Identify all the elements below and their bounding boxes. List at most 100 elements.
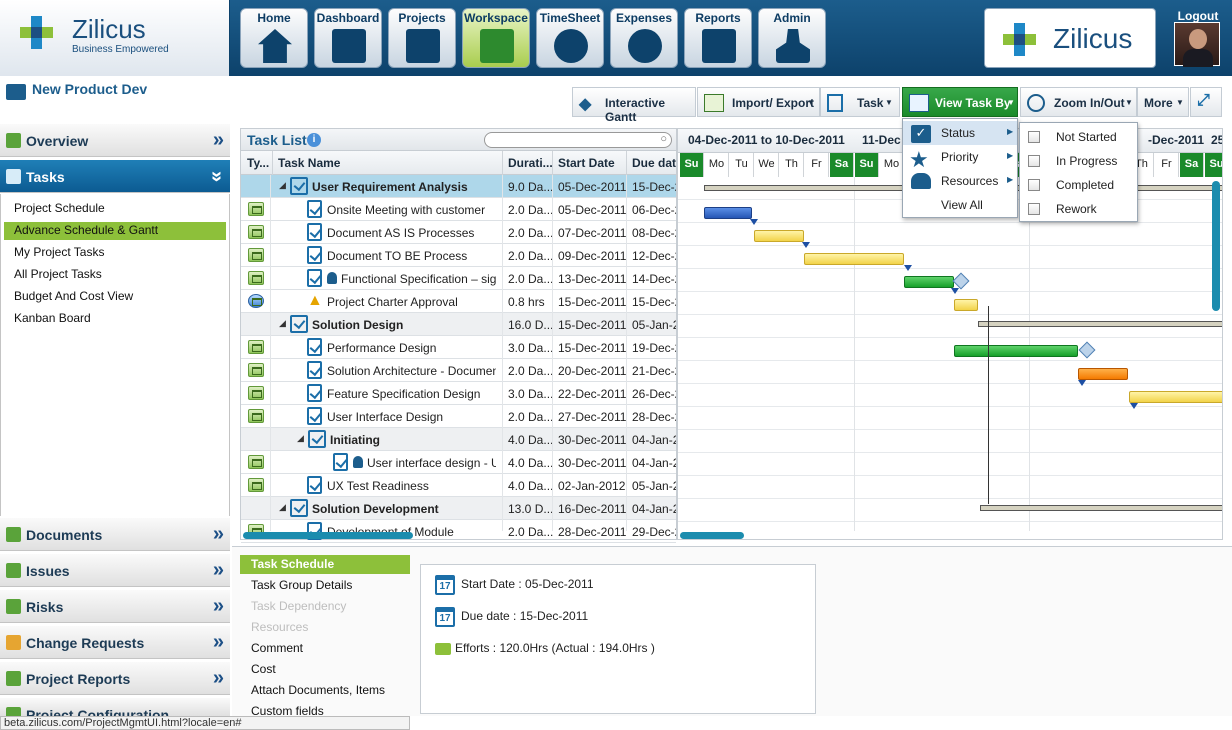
task-row[interactable]: ◢ Initiating 4.0 Da... 30-Dec-2011 04-Jan-2: [241, 428, 676, 451]
menu-item-view-all[interactable]: View All: [941, 198, 983, 212]
task-name[interactable]: Solution Design: [312, 318, 496, 332]
gantt-horizontal-scrollbar[interactable]: [680, 532, 744, 539]
task-row[interactable]: ▲ Project Charter Approval 0.8 hrs 15-Dec-2…: [241, 290, 676, 313]
detail-tab[interactable]: Attach Documents, Items: [251, 683, 385, 697]
sidebar-tasks[interactable]: Tasks »: [0, 159, 230, 193]
nav-reports[interactable]: Reports: [684, 8, 752, 68]
expand-icon[interactable]: »: [213, 523, 224, 546]
sidebar-subitem[interactable]: Kanban Board: [14, 311, 91, 325]
sidebar-overview[interactable]: Overview »: [0, 123, 230, 157]
menu-item-priority[interactable]: Priority: [941, 150, 978, 164]
task-row[interactable]: UX Test Readiness 4.0 Da... 02-Jan-2012 05-…: [241, 474, 676, 497]
interactive-gantt-button[interactable]: ◆ Interactive Gantt: [572, 87, 696, 124]
collapse-group-icon[interactable]: ◢: [279, 318, 286, 329]
status-rework[interactable]: Rework: [1056, 202, 1097, 216]
nav-home[interactable]: Home: [240, 8, 308, 68]
sidebar-subitem[interactable]: Budget And Cost View: [14, 289, 133, 303]
collapse-group-icon[interactable]: ◢: [297, 433, 304, 444]
column-header[interactable]: Durati...: [508, 156, 553, 170]
expand-icon[interactable]: »: [213, 667, 224, 690]
sidebar-risks[interactable]: Risks »: [0, 589, 230, 623]
view-task-by-button[interactable]: View Task By ▼: [902, 87, 1018, 117]
task-row[interactable]: Solution Architecture - Document 2.0 Da..…: [241, 359, 676, 382]
sidebar-subitem[interactable]: All Project Tasks: [14, 267, 102, 281]
menu-item-resources[interactable]: Resources: [941, 174, 998, 188]
task-name[interactable]: UX Test Readiness: [327, 479, 496, 493]
task-row[interactable]: Performance Design 3.0 Da... 15-Dec-2011 19…: [241, 336, 676, 359]
task-name[interactable]: Solution Architecture - Document: [327, 364, 496, 378]
summary-bar[interactable]: [978, 321, 1222, 327]
sidebar-project-reports[interactable]: Project Reports »: [0, 661, 230, 695]
task-row[interactable]: Functional Specification – sig... 2.0 Da.…: [241, 267, 676, 290]
company-logo[interactable]: Zilicus Business Empowered: [0, 0, 230, 76]
milestone-diamond[interactable]: [1078, 341, 1096, 359]
nav-workspace[interactable]: Workspace: [462, 8, 530, 68]
user-avatar[interactable]: [1174, 22, 1220, 67]
task-row[interactable]: Document TO BE Process 2.0 Da... 09-Dec-20…: [241, 244, 676, 267]
detail-tab[interactable]: Task Schedule: [251, 557, 334, 571]
task-search-input[interactable]: ○: [484, 132, 672, 148]
task-name[interactable]: User Requirement Analysis: [312, 180, 496, 194]
column-header[interactable]: Ty...: [247, 156, 269, 170]
task-row[interactable]: ◢ User Requirement Analysis 9.0 Da... 05-De…: [241, 175, 676, 198]
task-button[interactable]: Task ▼: [820, 87, 900, 117]
sidebar-subitem[interactable]: My Project Tasks: [14, 245, 104, 259]
task-row[interactable]: Document AS IS Processes 2.0 Da... 07-Dec-…: [241, 221, 676, 244]
zoom-button[interactable]: Zoom In/Out ▼: [1020, 87, 1137, 117]
task-bar[interactable]: [704, 207, 752, 219]
menu-item-status[interactable]: Status: [941, 126, 975, 140]
task-name[interactable]: Document TO BE Process: [327, 249, 496, 263]
expand-icon[interactable]: »: [213, 129, 224, 152]
expand-icon[interactable]: »: [213, 595, 224, 618]
completed-checkbox[interactable]: [1028, 179, 1040, 191]
collapse-group-icon[interactable]: ◢: [279, 180, 286, 191]
task-bar[interactable]: [804, 253, 904, 265]
task-bar[interactable]: [904, 276, 954, 288]
task-row[interactable]: ◢ Solution Design 16.0 D... 15-Dec-2011 05-J…: [241, 313, 676, 336]
task-row[interactable]: User interface design - UX 4.0 Da... 30-De…: [241, 451, 676, 474]
task-name[interactable]: Performance Design: [327, 341, 496, 355]
horizontal-scrollbar[interactable]: [243, 532, 413, 539]
gantt-vertical-scrollbar[interactable]: [1212, 181, 1220, 311]
column-header[interactable]: Start Date: [558, 156, 615, 170]
task-bar[interactable]: [1129, 391, 1222, 403]
detail-tab[interactable]: Comment: [251, 641, 303, 655]
column-header[interactable]: Due dat: [632, 156, 676, 170]
sidebar-subitem[interactable]: Advance Schedule & Gantt: [14, 223, 158, 237]
more-button[interactable]: More ▼: [1137, 87, 1189, 117]
import-export-button[interactable]: Import/ Export ▼: [697, 87, 820, 117]
task-row[interactable]: Feature Specification Design 3.0 Da... 22-…: [241, 382, 676, 405]
task-bar[interactable]: [954, 345, 1078, 357]
task-name[interactable]: Project Charter Approval: [327, 295, 496, 309]
sidebar-documents[interactable]: Documents »: [0, 517, 230, 551]
status-completed[interactable]: Completed: [1056, 178, 1114, 192]
info-icon[interactable]: i: [307, 133, 321, 147]
task-bar[interactable]: [754, 230, 804, 242]
task-bar[interactable]: [954, 299, 978, 311]
rework-checkbox[interactable]: [1028, 203, 1040, 215]
nav-dashboard[interactable]: Dashboard: [314, 8, 382, 68]
task-row[interactable]: Onsite Meeting with customer 2.0 Da... 05-…: [241, 198, 676, 221]
collapse-icon[interactable]: »: [205, 171, 228, 182]
in-progress-checkbox[interactable]: [1028, 155, 1040, 167]
task-name[interactable]: Onsite Meeting with customer: [327, 203, 496, 217]
task-bar[interactable]: [1078, 368, 1128, 380]
sidebar-subitem[interactable]: Project Schedule: [14, 201, 105, 215]
task-row[interactable]: User Interface Design 2.0 Da... 27-Dec-201…: [241, 405, 676, 428]
task-name[interactable]: User interface design - UX: [367, 456, 496, 470]
task-name[interactable]: Solution Development: [312, 502, 496, 516]
logout-link[interactable]: Logout: [1170, 9, 1226, 23]
nav-projects[interactable]: Projects: [388, 8, 456, 68]
sidebar-project-configuration[interactable]: Project Configuration: [0, 697, 230, 717]
nav-admin[interactable]: Admin: [758, 8, 826, 68]
column-header[interactable]: Task Name: [278, 156, 340, 170]
task-row[interactable]: ◢ Solution Development 13.0 D... 16-Dec-201…: [241, 497, 676, 520]
status-not-started[interactable]: Not Started: [1056, 130, 1117, 144]
sidebar-issues[interactable]: Issues »: [0, 553, 230, 587]
detail-tab[interactable]: Cost: [251, 662, 276, 676]
status-in-progress[interactable]: In Progress: [1056, 154, 1117, 168]
summary-bar[interactable]: [980, 505, 1222, 511]
collapse-group-icon[interactable]: ◢: [279, 502, 286, 513]
task-name[interactable]: Document AS IS Processes: [327, 226, 496, 240]
task-name[interactable]: User Interface Design: [327, 410, 496, 424]
